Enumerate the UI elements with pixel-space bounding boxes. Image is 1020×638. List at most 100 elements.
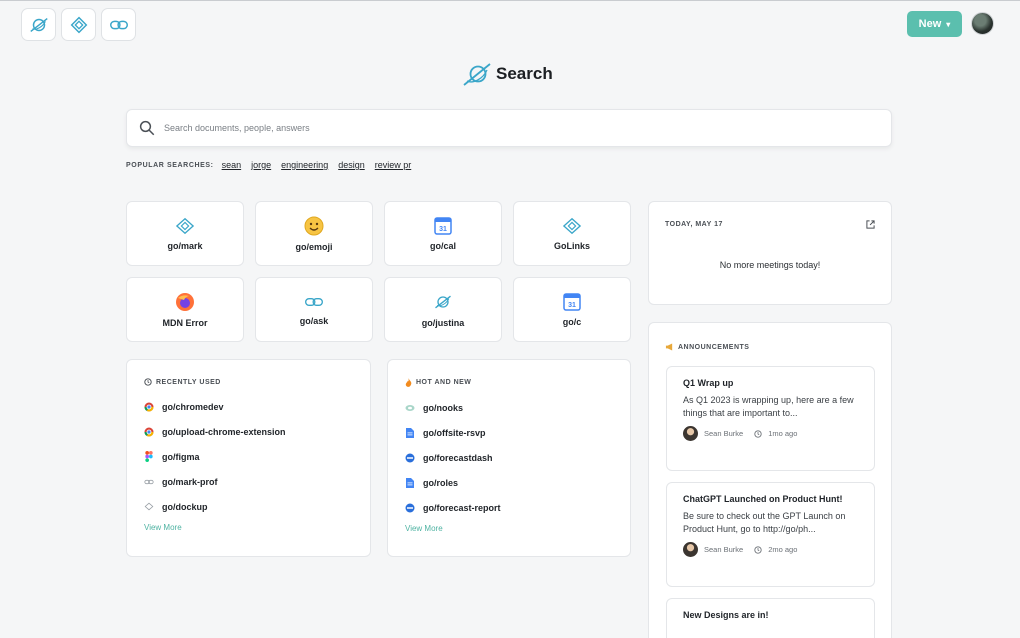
hot-link-label: go/forecastdash <box>423 452 493 463</box>
announcements-panel: ANNOUNCEMENTS Q1 Wrap up As Q1 2023 is w… <box>648 322 892 638</box>
galaxy-logo-icon <box>435 295 451 308</box>
tile-go-justina[interactable]: go/justina <box>384 277 502 342</box>
fire-icon <box>405 378 412 387</box>
recently-used-title: RECENTLY USED <box>144 378 353 386</box>
announcement-body: Be sure to check out the GPT Launch on P… <box>683 511 846 534</box>
announcement-body: As Q1 2023 is wrapping up, here are a fe… <box>683 395 854 418</box>
announcement-card[interactable]: New Designs are in! <box>666 598 875 638</box>
popular-search-link[interactable]: design <box>338 160 365 170</box>
author-name: Sean Burke <box>704 545 744 554</box>
popular-search-link[interactable]: jorge <box>251 160 271 170</box>
chrome-icon <box>144 427 154 437</box>
hot-link-label: go/nooks <box>423 402 463 413</box>
tile-go-emoji[interactable]: go/emoji <box>255 201 373 266</box>
clock-icon <box>144 378 152 386</box>
tile-mdn-error[interactable]: MDN Error <box>126 277 244 342</box>
external-link-icon[interactable] <box>866 220 875 229</box>
emoji-icon <box>304 216 324 235</box>
announcement-title: ChatGPT Launched on Product Hunt! <box>683 494 843 504</box>
author-avatar <box>683 426 698 441</box>
tile-go-mark[interactable]: go/mark <box>126 201 244 266</box>
announcement-title: New Designs are in! <box>683 610 769 620</box>
author-name: Sean Burke <box>704 429 744 438</box>
hot-link-item[interactable]: go/forecastdash <box>405 445 613 470</box>
tile-go-ask[interactable]: go/ask <box>255 277 373 342</box>
tile-go-cal[interactable]: 31 go/cal <box>384 201 502 266</box>
clock-icon <box>754 545 762 554</box>
calendar-icon: 31 <box>563 292 581 311</box>
hot-and-new-view-more[interactable]: View More <box>405 524 613 533</box>
hot-link-item[interactable]: go/forecast-report <box>405 495 613 520</box>
galaxy-logo-icon <box>463 63 491 86</box>
recent-link-item[interactable]: go/dockup <box>144 494 353 519</box>
tile-label: go/cal <box>429 240 456 251</box>
popular-search-link[interactable]: review pr <box>375 160 412 170</box>
clock-icon <box>754 429 762 438</box>
new-button-label: New <box>918 18 942 30</box>
search-icon <box>139 120 155 136</box>
hot-link-item[interactable]: go/nooks <box>405 395 613 420</box>
golinks-app-button[interactable] <box>61 8 96 41</box>
golinks-diamond-icon <box>175 217 195 234</box>
popular-searches-label: POPULAR SEARCHES: <box>126 161 214 169</box>
link-chain-icon <box>305 297 323 306</box>
announcement-time: 1mo ago <box>768 429 798 438</box>
tile-label: go/mark <box>167 240 203 251</box>
tile-go-c[interactable]: 31 go/c <box>513 277 631 342</box>
chevron-down-icon: ▾ <box>946 19 951 29</box>
dash-icon <box>405 503 415 513</box>
popular-searches: POPULAR SEARCHES: sean jorge engineering… <box>126 160 421 170</box>
recent-link-item[interactable]: go/chromedev <box>144 394 353 419</box>
dash-icon <box>405 453 415 463</box>
announcement-meta: Sean Burke 1mo ago <box>683 426 858 441</box>
hot-link-item[interactable]: go/roles <box>405 470 613 495</box>
recent-link-label: go/figma <box>162 451 200 462</box>
new-button[interactable]: New ▾ <box>907 11 962 37</box>
recently-used-view-more[interactable]: View More <box>144 523 353 532</box>
page-title: Search <box>496 64 553 83</box>
doc-icon <box>405 477 415 488</box>
recent-link-label: go/upload-chrome-extension <box>162 426 286 437</box>
announcement-meta: Sean Burke 2mo ago <box>683 542 858 557</box>
hot-link-item[interactable]: go/offsite-rsvp <box>405 420 613 445</box>
svg-text:31: 31 <box>439 226 447 233</box>
tile-golinks[interactable]: GoLinks <box>513 201 631 266</box>
firefox-icon <box>176 292 194 311</box>
tile-label: go/emoji <box>295 241 333 252</box>
search-input[interactable] <box>164 123 844 133</box>
today-title: TODAY, MAY 17 <box>665 221 723 228</box>
hot-link-label: go/offsite-rsvp <box>423 427 486 438</box>
galaxy-app-button[interactable] <box>21 8 56 41</box>
tile-label: go/c <box>562 316 582 327</box>
announcement-title: Q1 Wrap up <box>683 378 734 388</box>
popular-search-link[interactable]: engineering <box>281 160 328 170</box>
nooks-icon <box>405 403 415 413</box>
links-app-button[interactable] <box>101 8 136 41</box>
link-chain-icon <box>109 20 128 29</box>
recent-link-label: go/dockup <box>162 501 208 512</box>
golinks-diamond-icon <box>562 217 582 234</box>
hot-link-label: go/roles <box>423 477 459 488</box>
hot-and-new-title: HOT AND NEW <box>405 378 613 387</box>
chrome-icon <box>144 402 154 412</box>
author-avatar <box>683 542 698 557</box>
page-brand: Search <box>462 61 553 87</box>
tile-label: MDN Error <box>162 317 208 328</box>
megaphone-icon <box>665 343 673 351</box>
golinks-diamond-icon <box>70 16 87 33</box>
recent-link-item[interactable]: go/mark-prof <box>144 469 353 494</box>
popular-search-link[interactable]: sean <box>222 160 242 170</box>
user-avatar[interactable] <box>971 12 994 35</box>
announcement-card[interactable]: ChatGPT Launched on Product Hunt! Be sur… <box>666 482 875 587</box>
announcements-title: ANNOUNCEMENTS <box>665 343 749 351</box>
tile-label: go/justina <box>421 317 465 328</box>
recent-link-item[interactable]: go/figma <box>144 444 353 469</box>
recent-link-item[interactable]: go/upload-chrome-extension <box>144 419 353 444</box>
galaxy-logo-icon <box>29 17 48 32</box>
doc-icon <box>405 427 415 438</box>
announcement-card[interactable]: Q1 Wrap up As Q1 2023 is wrapping up, he… <box>666 366 875 471</box>
hot-and-new-panel: HOT AND NEW go/nooks go/offsite-rsvp go/… <box>387 359 631 557</box>
figma-icon <box>144 451 154 462</box>
svg-text:31: 31 <box>568 302 576 309</box>
search-bar[interactable] <box>126 109 892 147</box>
